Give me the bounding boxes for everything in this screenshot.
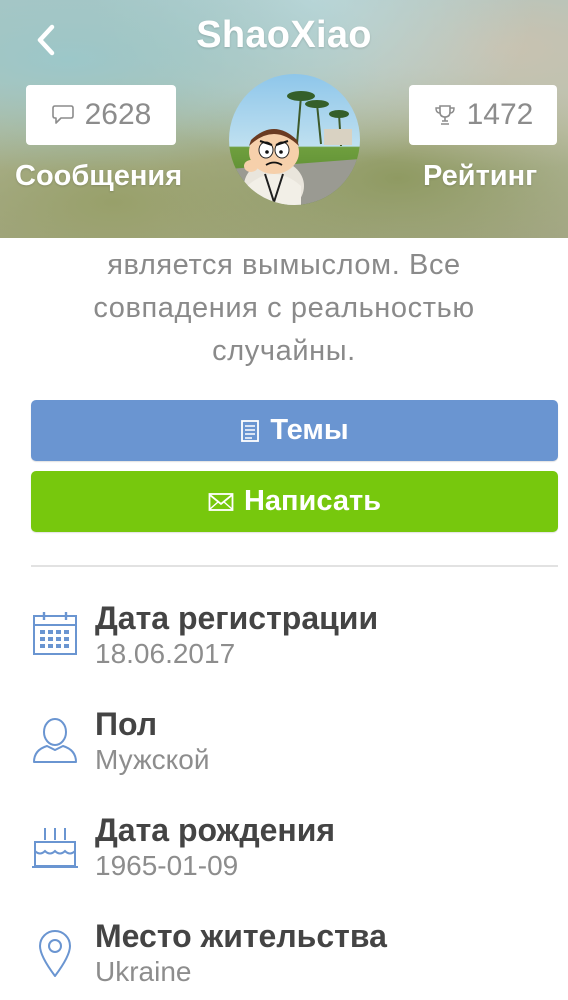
about-text: является вымыслом. Все совпадения с реал…	[40, 244, 528, 373]
document-icon	[241, 419, 260, 442]
info-value: 1965-01-09	[95, 850, 239, 881]
avatar[interactable]	[229, 74, 360, 205]
about-line: является вымыслом. Все	[107, 249, 461, 281]
messages-count-button[interactable]: 2628	[26, 85, 176, 145]
info-value: Мужской	[95, 744, 210, 775]
trophy-icon	[434, 105, 455, 125]
about-line: совпадения с реальностью	[93, 292, 475, 324]
rating-count: 1472	[466, 98, 534, 131]
write-button-label: Написать	[243, 485, 382, 517]
info-item-birth-date: Дата рождения 1965-01-09	[0, 812, 568, 902]
avatar-image	[229, 74, 360, 205]
messages-count: 2628	[84, 98, 152, 131]
profile-header: ShaoXiao 2628 1472 Сообщения Рейтинг	[0, 0, 568, 238]
info-value: Ukraine	[95, 956, 192, 987]
info-title: Дата регистрации	[95, 600, 379, 636]
speech-bubble-icon	[51, 105, 74, 124]
location-pin-icon	[39, 930, 71, 977]
divider	[31, 565, 558, 567]
info-title: Пол	[95, 706, 158, 742]
info-item-gender: Пол Мужской	[0, 706, 568, 796]
rating-count-button[interactable]: 1472	[409, 85, 557, 145]
page-title: ShaoXiao	[196, 14, 372, 56]
about-line: случайны.	[212, 335, 356, 367]
topics-button-label: Темы	[270, 414, 349, 446]
birthday-cake-icon	[32, 828, 78, 868]
info-title: Дата рождения	[95, 812, 336, 848]
info-item-registration-date: Дата регистрации 18.06.2017	[0, 600, 568, 690]
info-title: Место жительства	[95, 918, 387, 954]
topics-button[interactable]: Темы	[31, 400, 558, 461]
info-value: 18.06.2017	[95, 638, 236, 669]
write-button[interactable]: Написать	[31, 471, 558, 532]
rating-label: Рейтинг	[423, 160, 538, 192]
messages-label: Сообщения	[15, 160, 183, 192]
envelope-icon	[208, 492, 234, 511]
user-icon	[33, 718, 77, 763]
info-item-location: Место жительства Ukraine	[0, 918, 568, 1000]
calendar-icon	[33, 612, 77, 655]
